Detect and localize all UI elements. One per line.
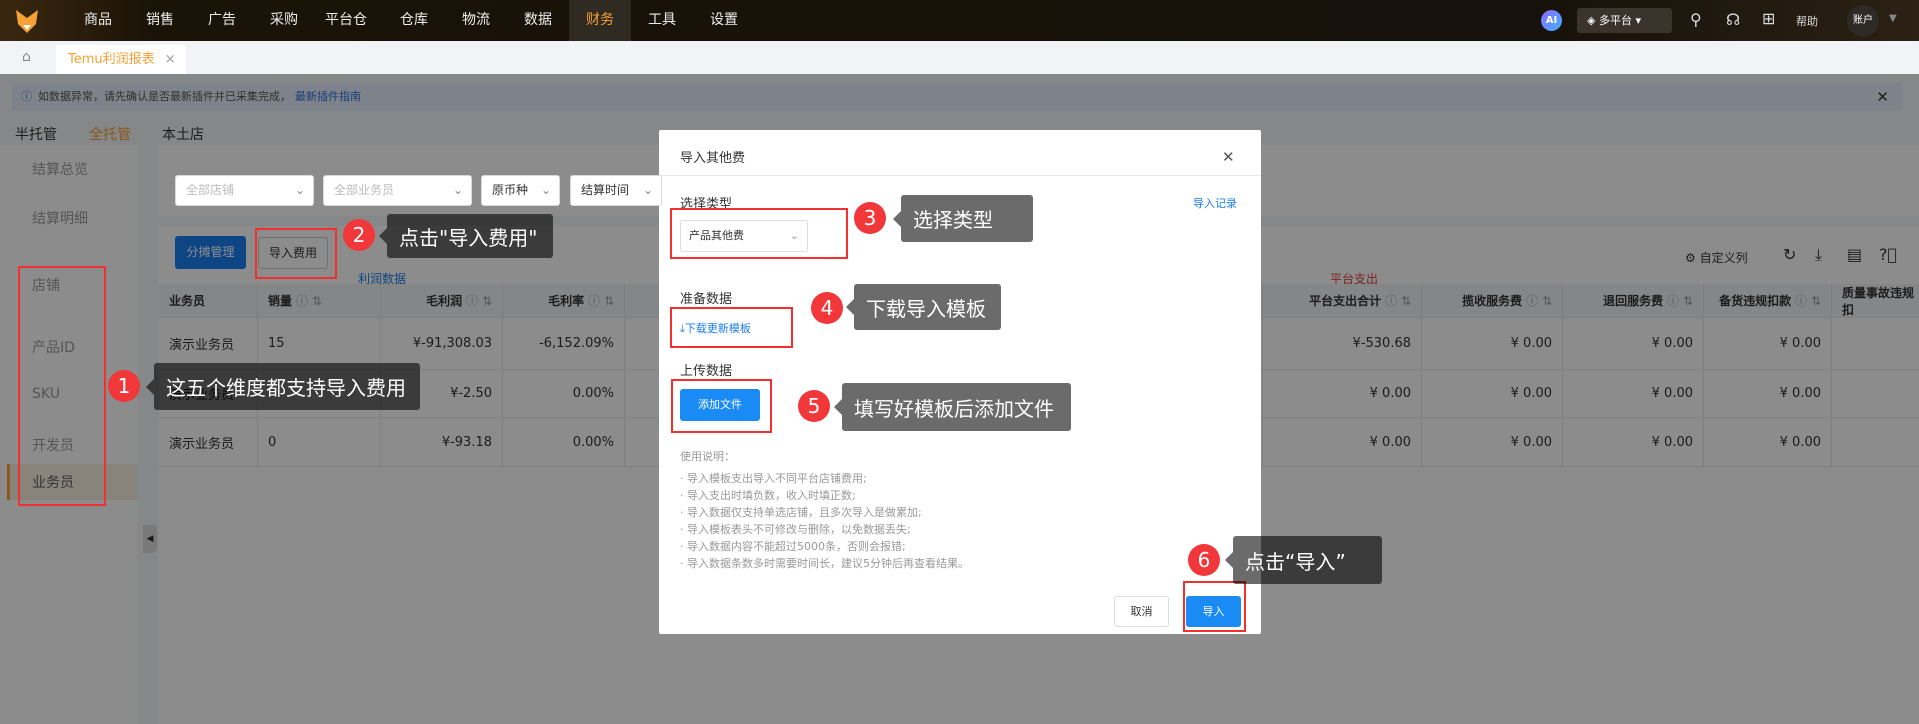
annotation-tooltip: 填写好模板后添加文件	[834, 383, 1071, 431]
home-icon[interactable]: ⌂	[22, 49, 31, 65]
apps-icon[interactable]: ⊞	[1762, 9, 1775, 28]
filter-value: 全部业务员	[334, 183, 395, 197]
tab-temu-profit-report[interactable]: Temu利润报表 ×	[56, 45, 186, 74]
sidebar-item[interactable]: 结算明细	[32, 208, 88, 228]
annotation-highlight-box	[1183, 581, 1246, 632]
sidebar-item[interactable]: SKU	[32, 386, 60, 402]
usage-note: · 导入数据仅支持单选店铺，且多次导入是做累加;	[680, 506, 922, 519]
sidebar-item[interactable]: 开发员	[32, 435, 74, 455]
top-navigation: 商品 销售 广告 采购 平台仓 仓库 物流 数据 财务 工具 设置 AI ◈ 多平台 ▾ ⚲ ☊ ⊞…	[0, 0, 1919, 41]
layers-icon: ◈	[1587, 14, 1599, 27]
tab-bar: ⌂	[0, 41, 1919, 74]
platform-switch[interactable]: ◈ 多平台 ▾	[1577, 8, 1672, 33]
annotation-tooltip: 点击“导入”	[1225, 536, 1382, 584]
usage-note-text: 导入支出时填负数，收入时填正数;	[687, 489, 856, 502]
dialog-header-divider	[659, 175, 1261, 176]
annotation-step-number: 1	[108, 370, 140, 402]
headset-icon[interactable]: ☊	[1726, 10, 1740, 29]
usage-note-text: 导入模板表头不可修改与删除，以免数据丢失;	[687, 523, 911, 536]
sidebar-item[interactable]: 业务员	[32, 472, 74, 492]
filter-select[interactable]: 结算时间 ⌄	[570, 175, 662, 206]
filter-value: 结算时间	[581, 183, 630, 197]
nav-item[interactable]: 商品	[67, 0, 129, 41]
filter-value: 原币种	[492, 183, 529, 197]
nav-item[interactable]: 数据	[507, 0, 569, 41]
nav-item[interactable]: 财务	[569, 0, 631, 41]
caret-down-icon: ▾	[1631, 14, 1641, 27]
usage-note: · 导入数据内容不能超过5000条，否则会报错;	[680, 540, 906, 553]
chevron-down-icon: ⌄	[294, 183, 305, 197]
nav-item[interactable]: 销售	[129, 0, 191, 41]
fox-logo-icon[interactable]	[14, 8, 40, 34]
filter-select[interactable]: 全部店铺 ⌄	[175, 175, 314, 206]
prepare-data-label: 准备数据	[680, 292, 733, 307]
nav-item[interactable]: 广告	[191, 0, 253, 41]
nav-item[interactable]: 平台仓	[315, 0, 377, 41]
nav-item[interactable]: 设置	[693, 0, 755, 41]
usage-notes-title: 使用说明：	[680, 450, 735, 463]
sidebar-item[interactable]: 产品ID	[32, 337, 75, 357]
ai-icon[interactable]: AI	[1541, 10, 1562, 31]
chevron-down-icon: ⌄	[452, 183, 463, 197]
usage-note-text: 导入数据条数多时需要时间长，建议5分钟后再查看结果。	[687, 557, 969, 570]
sidebar-item[interactable]: 店铺	[32, 275, 60, 295]
cancel-button[interactable]: 取消	[1114, 596, 1169, 627]
account-caret-icon[interactable]: ▼	[1889, 13, 1897, 24]
annotation-step-number: 5	[798, 390, 830, 422]
annotation-highlight-box	[670, 208, 848, 259]
nav-item[interactable]: 工具	[631, 0, 693, 41]
usage-note-text: 导入数据内容不能超过5000条，否则会报错;	[687, 540, 906, 553]
annotation-highlight-box	[255, 228, 337, 279]
usage-note-text: 导入数据仅支持单选店铺，且多次导入是做累加;	[687, 506, 922, 519]
usage-note: · 导入数据条数多时需要时间长，建议5分钟后再查看结果。	[680, 557, 969, 570]
close-tab-icon[interactable]: ×	[165, 52, 176, 67]
annotation-step-number: 4	[811, 292, 843, 324]
usage-note-text: 导入模板支出导入不同平台店铺费用;	[687, 472, 867, 485]
annotation-highlight-box	[671, 379, 772, 433]
filter-select[interactable]: 全部业务员 ⌄	[323, 175, 472, 206]
nav-item[interactable]: 仓库	[383, 0, 445, 41]
chevron-down-icon: ⌄	[540, 183, 551, 197]
help-link[interactable]: 帮助	[1796, 13, 1818, 29]
annotation-tooltip: 下载导入模板	[846, 284, 1001, 330]
annotation-step-number: 6	[1188, 544, 1220, 576]
dialog-title: 导入其他费	[680, 151, 746, 166]
nav-item[interactable]: 采购	[253, 0, 315, 41]
close-dialog-icon[interactable]: ✕	[1222, 148, 1235, 166]
annotation-tooltip: 这五个维度都支持导入费用	[146, 363, 420, 410]
chevron-down-icon: ⌄	[642, 183, 653, 197]
annotation-tooltip: 点击"导入费用"	[379, 214, 553, 258]
annotation-tooltip: 选择类型	[893, 195, 1033, 242]
sidebar-item[interactable]: 结算总览	[32, 159, 88, 179]
usage-note: · 导入模板表头不可修改与删除，以免数据丢失;	[680, 523, 911, 536]
upload-data-label: 上传数据	[680, 364, 733, 379]
tab-label: Temu利润报表	[68, 52, 155, 67]
filter-value: 全部店铺	[186, 183, 235, 197]
usage-note: · 导入支出时填负数，收入时填正数;	[680, 489, 856, 502]
search-icon[interactable]: ⚲	[1690, 10, 1702, 29]
annotation-step-number: 2	[343, 219, 375, 251]
annotation-step-number: 3	[854, 202, 886, 234]
annotation-highlight-box	[670, 307, 793, 348]
import-records-link[interactable]: 导入记录	[1193, 195, 1237, 211]
account-avatar[interactable]: 账户	[1847, 5, 1879, 37]
filter-select[interactable]: 原币种 ⌄	[481, 175, 560, 206]
nav-item[interactable]: 物流	[445, 0, 507, 41]
platform-label: 多平台	[1598, 14, 1632, 27]
usage-note: · 导入模板支出导入不同平台店铺费用;	[680, 472, 867, 485]
